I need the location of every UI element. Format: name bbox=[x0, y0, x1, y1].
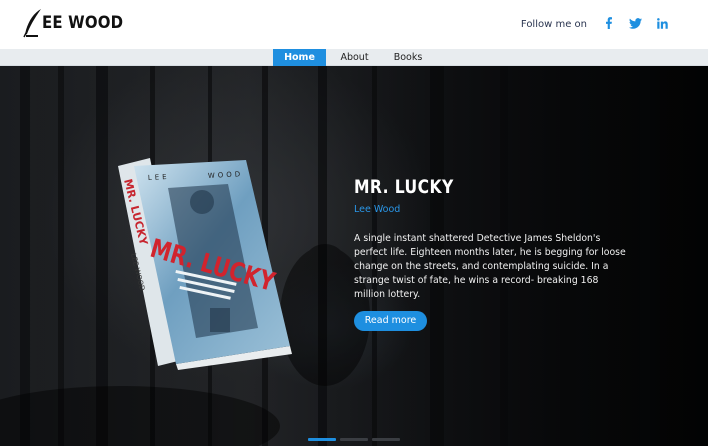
cover-author-first: LEE bbox=[148, 173, 170, 182]
main-nav: Home About Books bbox=[0, 49, 708, 66]
quill-logo-icon bbox=[23, 9, 41, 38]
nav-books[interactable]: Books bbox=[388, 49, 428, 66]
book-cover-image: MR. LUCKY LEE WOOD LEE WOOD MR. LUCKY bbox=[118, 158, 292, 370]
twitter-link[interactable] bbox=[627, 15, 643, 31]
site-logo[interactable]: EE WOOD bbox=[22, 8, 134, 38]
facebook-link[interactable] bbox=[601, 15, 617, 31]
logo-text: EE WOOD bbox=[42, 13, 124, 33]
linkedin-icon bbox=[656, 17, 668, 29]
site-header: EE WOOD Follow me on bbox=[0, 0, 708, 49]
book-title: MR. LUCKY bbox=[354, 176, 454, 198]
facebook-icon bbox=[606, 17, 612, 29]
book-description: A single instant shattered Detective Jam… bbox=[354, 233, 626, 300]
slide-indicator-3[interactable] bbox=[372, 438, 400, 441]
slide-indicator-2[interactable] bbox=[340, 438, 368, 441]
slider-indicators bbox=[308, 438, 400, 441]
read-more-button[interactable]: Read more bbox=[354, 311, 427, 331]
linkedin-link[interactable] bbox=[654, 15, 670, 31]
nav-home[interactable]: Home bbox=[273, 49, 326, 66]
slide-indicator-1[interactable] bbox=[308, 438, 336, 441]
book-author-link[interactable]: Lee Wood bbox=[354, 204, 400, 215]
hero-slider: MR. LUCKY LEE WOOD LEE WOOD MR. LUCKY MR… bbox=[0, 66, 708, 446]
nav-about[interactable]: About bbox=[333, 49, 376, 66]
twitter-icon bbox=[628, 17, 642, 29]
follow-label: Follow me on bbox=[520, 19, 587, 30]
